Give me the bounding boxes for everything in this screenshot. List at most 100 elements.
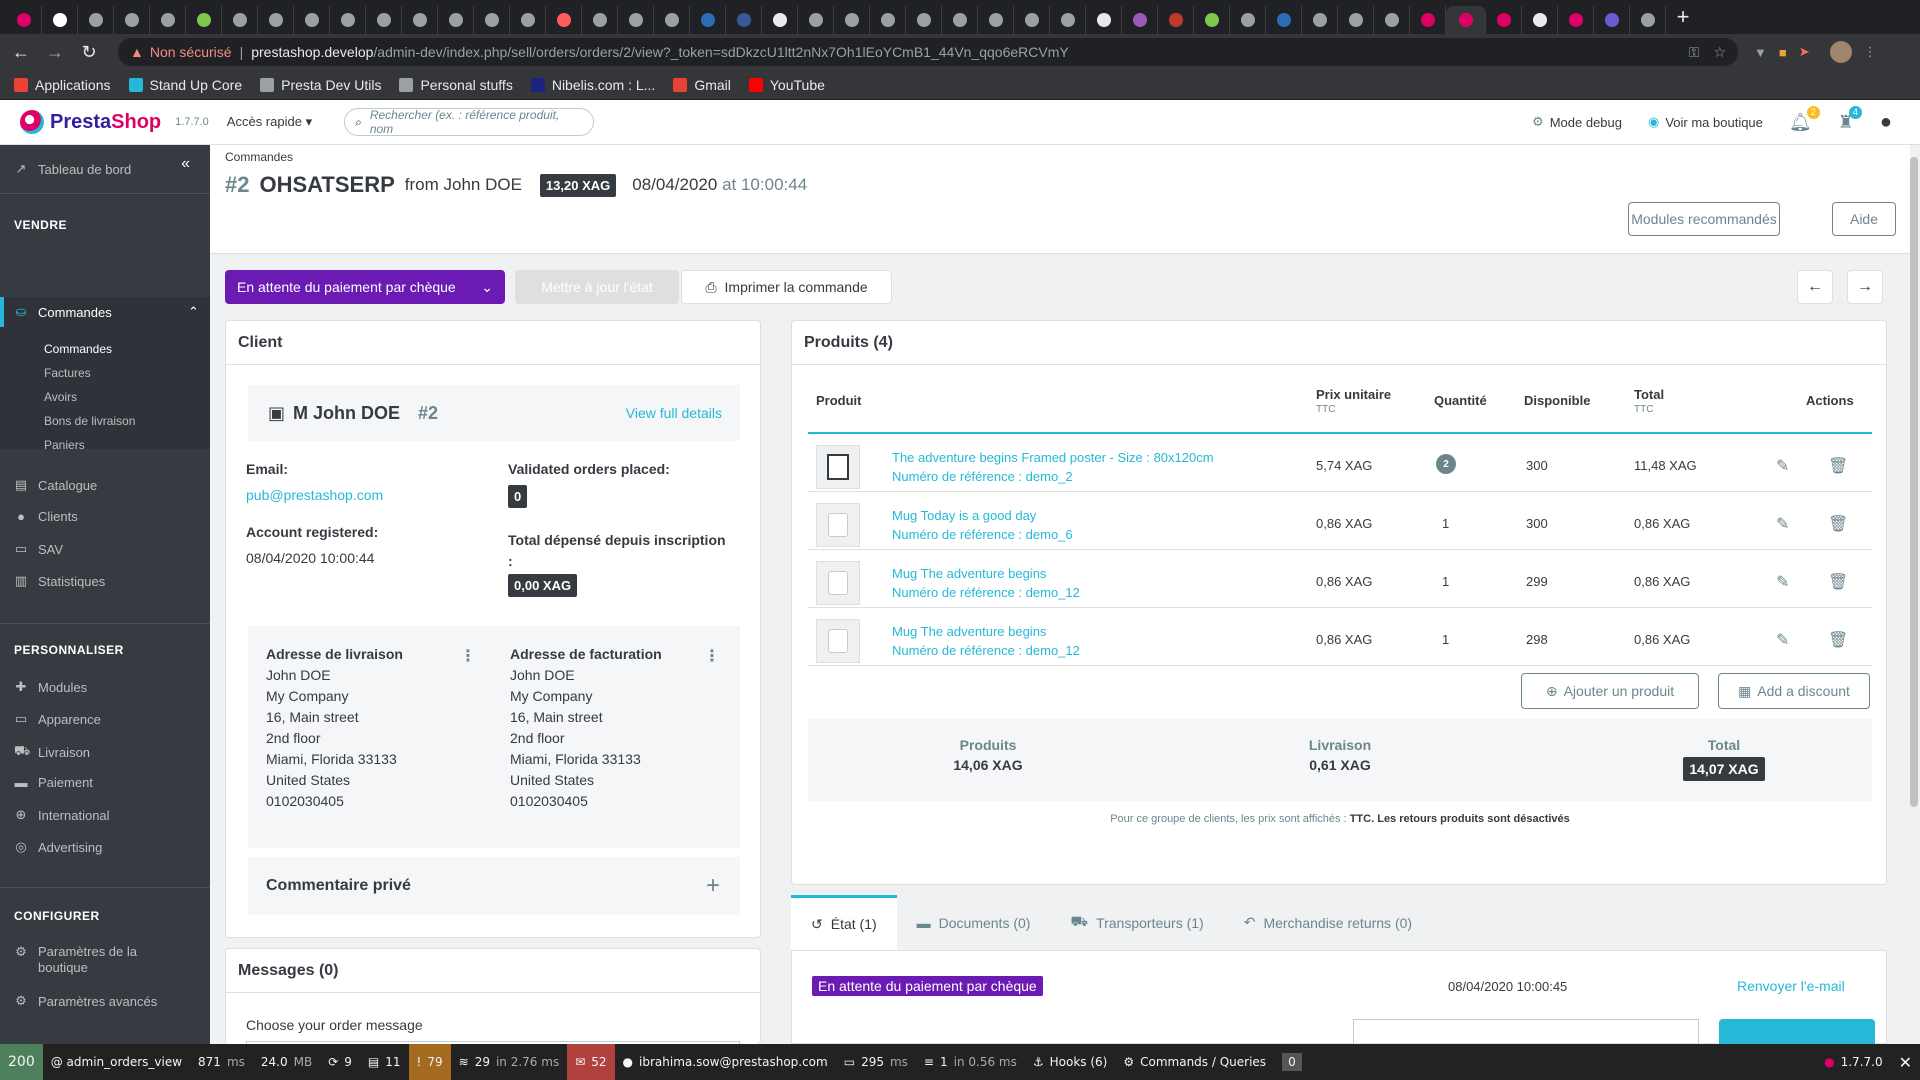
- translations-panel[interactable]: ✉ 52: [567, 1044, 615, 1080]
- next-order-button[interactable]: →: [1847, 270, 1883, 304]
- search-input[interactable]: ⌕ Rechercher (ex. : référence produit, n…: [344, 108, 595, 136]
- sidebar-item-modules[interactable]: ✚ Modules: [14, 679, 88, 695]
- profile-avatar[interactable]: [1829, 41, 1852, 63]
- browser-tab[interactable]: [690, 6, 726, 34]
- prestashop-version-panel[interactable]: ● 1.7.7.0: [1816, 1044, 1890, 1080]
- private-comment-toggle[interactable]: Commentaire privé +: [248, 857, 740, 915]
- sidebar-item-shop-parameters[interactable]: ⚙ Paramètres de la boutique: [14, 944, 137, 976]
- prestashop-logo[interactable]: PrestaShop 1.7.7.0: [20, 110, 209, 134]
- logs-panel[interactable]: ▤ 11: [360, 1044, 409, 1080]
- reload-icon[interactable]: ↻: [76, 42, 102, 63]
- browser-tab[interactable]: [1086, 6, 1122, 34]
- sidebar-subitem-credit-slips[interactable]: Avoirs: [44, 390, 77, 404]
- add-status-button[interactable]: [1719, 1019, 1875, 1045]
- browser-tab[interactable]: [942, 6, 978, 34]
- sidebar-subitem-orders[interactable]: Commandes: [44, 342, 112, 356]
- command-count[interactable]: 0: [1274, 1044, 1310, 1080]
- status-select[interactable]: [1353, 1019, 1699, 1045]
- browser-tab[interactable]: [1302, 6, 1338, 34]
- update-status-button[interactable]: Mettre à jour l'état: [515, 270, 679, 304]
- browser-tab[interactable]: [150, 6, 186, 34]
- bookmark-item[interactable]: Nibelis.com : L...: [530, 77, 655, 93]
- browser-tab[interactable]: [330, 6, 366, 34]
- recommended-modules-button[interactable]: Modules recommandés: [1628, 202, 1780, 236]
- customer-email-link[interactable]: pub@prestashop.com: [246, 487, 383, 503]
- browser-tab[interactable]: [870, 6, 906, 34]
- browser-tab[interactable]: [1410, 6, 1446, 34]
- request-time[interactable]: 871 ms: [190, 1044, 253, 1080]
- browser-tab[interactable]: [978, 6, 1014, 34]
- scrollbar-thumb[interactable]: [1910, 157, 1918, 807]
- trash-icon[interactable]: 🗑︎: [1828, 456, 1848, 476]
- previous-order-button[interactable]: ←: [1797, 270, 1833, 304]
- browser-tab[interactable]: [294, 6, 330, 34]
- browser-tab[interactable]: [1230, 6, 1266, 34]
- resend-email-link[interactable]: Renvoyer l'e-mail: [1737, 978, 1845, 994]
- browser-tab[interactable]: [42, 6, 78, 34]
- cache-panel[interactable]: ≡ 1 in 0.56 ms: [916, 1044, 1025, 1080]
- browser-tab[interactable]: [510, 6, 546, 34]
- sidebar-subitem-carts[interactable]: Paniers: [44, 438, 85, 452]
- trophy-icon[interactable]: ♜ 4: [1838, 105, 1862, 133]
- key-icon[interactable]: ⚿: [1689, 44, 1700, 61]
- browser-tab[interactable]: [834, 6, 870, 34]
- pencil-icon[interactable]: ✎: [1776, 514, 1789, 534]
- database-panel[interactable]: ≋ 29 in 2.76 ms: [451, 1044, 568, 1080]
- shipping-address-menu-icon[interactable]: ⋮: [460, 646, 476, 666]
- browser-tab[interactable]: [726, 6, 762, 34]
- back-icon[interactable]: ←: [8, 42, 34, 63]
- browser-tab[interactable]: [1446, 6, 1486, 34]
- page-scrollbar[interactable]: [1910, 145, 1920, 1044]
- add-product-button[interactable]: ⊕ Ajouter un produit: [1521, 673, 1699, 709]
- tab-carriers[interactable]: ⛟ Transporteurs (1): [1050, 895, 1223, 950]
- sidebar-item-shipping[interactable]: ⛟ Livraison: [14, 743, 90, 761]
- help-button[interactable]: Aide: [1832, 202, 1896, 236]
- trash-icon[interactable]: 🗑︎: [1828, 514, 1848, 534]
- sidebar-subitem-invoices[interactable]: Factures: [44, 366, 91, 380]
- view-shop-link[interactable]: ◉ Voir ma boutique: [1648, 114, 1763, 130]
- sidebar-item-catalog[interactable]: ▤ Catalogue: [14, 477, 97, 493]
- sidebar-item-orders[interactable]: ⛀ Commandes: [14, 304, 112, 320]
- sidebar-item-stats[interactable]: ▥ Statistiques: [14, 573, 105, 589]
- browser-tab[interactable]: [546, 6, 582, 34]
- product-link[interactable]: Mug The adventure begins Numéro de référe…: [892, 622, 1080, 660]
- sidebar-item-international[interactable]: ⊕ International: [14, 807, 110, 823]
- user-panel[interactable]: ● ibrahima.sow@prestashop.com: [615, 1044, 836, 1080]
- browser-tab[interactable]: [258, 6, 294, 34]
- browser-tab[interactable]: [186, 6, 222, 34]
- browser-tab[interactable]: [1522, 6, 1558, 34]
- tab-state[interactable]: ↺ État (1): [791, 895, 897, 950]
- bookmark-item[interactable]: Presta Dev Utils: [260, 77, 381, 93]
- sidebar-item-advertising[interactable]: ◎ Advertising: [14, 839, 102, 855]
- debug-mode-link[interactable]: ⚙ Mode debug: [1532, 114, 1622, 130]
- browser-tab[interactable]: [1266, 6, 1302, 34]
- star-icon[interactable]: ☆: [1713, 44, 1726, 61]
- browser-tab[interactable]: [1486, 6, 1522, 34]
- memory-usage[interactable]: 24.0 MB: [253, 1044, 320, 1080]
- product-link[interactable]: Mug The adventure begins Numéro de référe…: [892, 564, 1080, 602]
- hooks-panel[interactable]: ⚓ Hooks (6): [1025, 1044, 1116, 1080]
- pencil-icon[interactable]: ✎: [1776, 456, 1789, 476]
- menu-icon[interactable]: ⋮: [1864, 44, 1877, 60]
- browser-tab[interactable]: [1374, 6, 1410, 34]
- bookmark-item[interactable]: Applications: [14, 77, 111, 93]
- extension-icon[interactable]: ▼: [1754, 45, 1767, 60]
- twig-panel[interactable]: ▭ 295 ms: [836, 1044, 916, 1080]
- browser-tab[interactable]: [798, 6, 834, 34]
- extension-icon[interactable]: ■: [1779, 45, 1787, 60]
- tab-merchandise-returns[interactable]: ↶ Merchandise returns (0): [1224, 895, 1432, 950]
- product-link[interactable]: Mug Today is a good day Numéro de référen…: [892, 506, 1073, 544]
- browser-tab[interactable]: [1630, 6, 1666, 34]
- browser-tab[interactable]: [906, 6, 942, 34]
- trash-icon[interactable]: 🗑︎: [1828, 630, 1848, 650]
- browser-tab[interactable]: [222, 6, 258, 34]
- sidebar-item-dashboard[interactable]: ↗ Tableau de bord: [14, 161, 132, 177]
- pencil-icon[interactable]: ✎: [1776, 630, 1789, 650]
- sidebar-subitem-delivery-slips[interactable]: Bons de livraison: [44, 414, 135, 428]
- product-link[interactable]: The adventure begins Framed poster - Siz…: [892, 448, 1214, 486]
- collapse-sidebar-icon[interactable]: «: [181, 155, 190, 173]
- trash-icon[interactable]: 🗑︎: [1828, 572, 1848, 592]
- quick-access-dropdown[interactable]: Accès rapide ▾: [227, 114, 312, 130]
- browser-tab[interactable]: [618, 6, 654, 34]
- sidebar-item-appearance[interactable]: ▭ Apparence: [14, 711, 101, 727]
